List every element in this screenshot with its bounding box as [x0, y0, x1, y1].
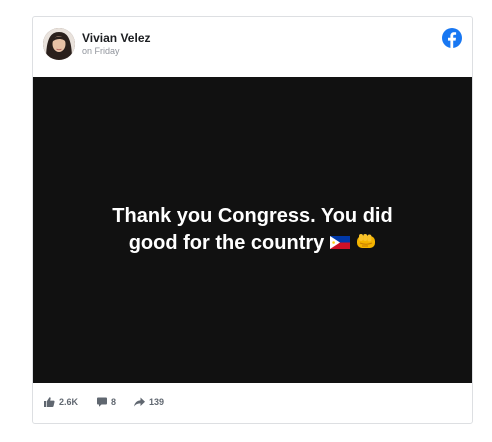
- avatar[interactable]: [43, 28, 75, 60]
- shares-count[interactable]: 139: [134, 397, 164, 407]
- facebook-post-embed: Vivian Velez on Friday Thank you Congres…: [32, 16, 473, 424]
- post-text-line-2-text: good for the country: [128, 232, 325, 254]
- likes-value: 2.6K: [59, 397, 79, 407]
- post-text-line-1: Thank you Congress. You did: [112, 205, 393, 227]
- like-thumb-icon: [44, 397, 55, 407]
- comments-count[interactable]: 8: [97, 397, 116, 407]
- avatar-image: [43, 28, 75, 60]
- author-name[interactable]: Vivian Velez: [82, 31, 151, 45]
- comments-value: 8: [111, 397, 117, 407]
- shares-value: 139: [149, 397, 165, 407]
- post-content[interactable]: Thank you Congress. You did good for the…: [33, 77, 472, 383]
- oncoming-fist-icon: [357, 233, 376, 248]
- post-timestamp[interactable]: on Friday: [82, 46, 120, 56]
- post-text-line-2: good for the country: [63, 230, 443, 257]
- philippines-flag-icon: [330, 235, 351, 249]
- likes-count[interactable]: 2.6K: [44, 397, 78, 407]
- facebook-logo-icon[interactable]: [442, 28, 462, 48]
- comment-icon: [97, 397, 107, 407]
- post-header: Vivian Velez on Friday: [33, 17, 472, 77]
- post-footer: 2.6K 8 139: [33, 383, 472, 425]
- share-arrow-icon: [134, 397, 145, 407]
- post-text: Thank you Congress. You did good for the…: [63, 203, 443, 257]
